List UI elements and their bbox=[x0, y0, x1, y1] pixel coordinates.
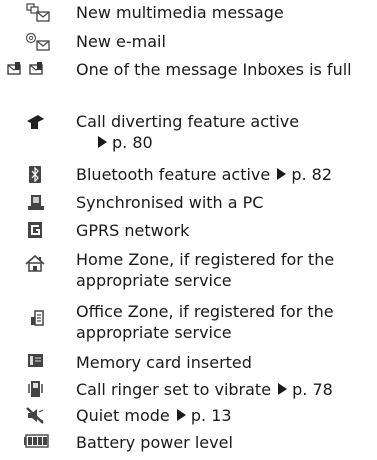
vibrate-icon bbox=[0, 379, 72, 405]
triangle-right-icon bbox=[278, 383, 288, 395]
legend-description: Quiet mode p. 13 bbox=[76, 406, 232, 425]
quiet-mode-icon bbox=[0, 405, 72, 431]
legend-description: GPRS network bbox=[76, 221, 190, 240]
page-reference: p. 82 bbox=[275, 165, 332, 184]
page-reference: p. 80 bbox=[76, 133, 153, 152]
pc-sync-icon bbox=[0, 192, 72, 218]
legend-description: New multimedia message bbox=[76, 3, 284, 22]
legend-description: New e-mail bbox=[76, 32, 166, 51]
triangle-right-icon bbox=[277, 168, 287, 180]
legend-description: Call ringer set to vibrate p. 78 bbox=[76, 380, 333, 399]
battery-icon bbox=[0, 432, 72, 458]
legend-description: Home Zone, if registered for the appropr… bbox=[76, 250, 335, 290]
legend-description: Office Zone, if registered for the appro… bbox=[76, 302, 334, 342]
bluetooth-icon bbox=[0, 164, 72, 190]
call-divert-icon bbox=[0, 111, 72, 137]
memory-card-icon bbox=[0, 352, 72, 378]
triangle-right-icon bbox=[176, 409, 186, 421]
legend-description: One of the message Inboxes is full bbox=[76, 60, 352, 79]
home-zone-icon bbox=[0, 249, 72, 275]
page-reference: p. 78 bbox=[276, 380, 333, 399]
legend-description: Synchronised with a PC bbox=[76, 193, 264, 212]
inbox-full-icon bbox=[0, 59, 72, 85]
office-zone-icon bbox=[0, 301, 72, 327]
page-reference: p. 13 bbox=[175, 406, 232, 425]
legend-description: Battery power level bbox=[76, 433, 233, 452]
triangle-right-icon bbox=[98, 136, 107, 148]
legend-description: Call diverting feature active p. 80 bbox=[76, 112, 300, 152]
multimedia-message-icon bbox=[0, 2, 72, 28]
email-icon bbox=[0, 31, 72, 57]
gprs-icon bbox=[0, 220, 72, 246]
legend-description: Memory card inserted bbox=[76, 353, 252, 372]
legend-description: Bluetooth feature active p. 82 bbox=[76, 165, 333, 184]
